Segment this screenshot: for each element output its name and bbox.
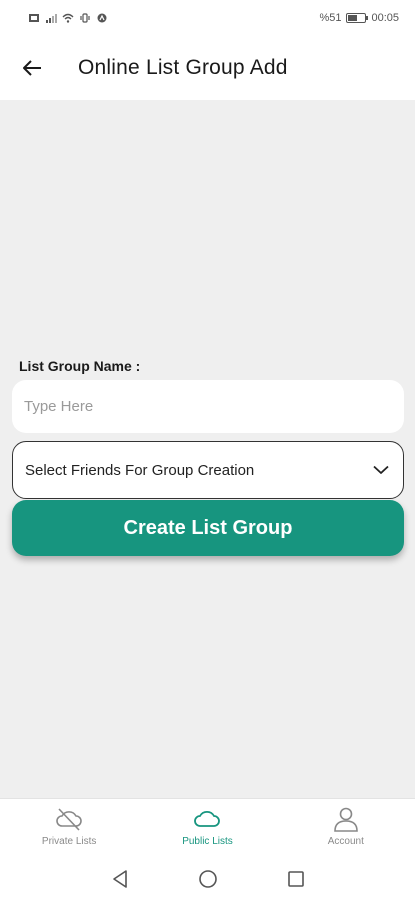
battery-percent: %51 (319, 12, 342, 24)
chevron-down-icon (373, 465, 389, 474)
nav-item-public-lists[interactable]: Public Lists (138, 799, 276, 847)
square-recents-icon (287, 871, 304, 887)
nav-label-public-lists: Public Lists (182, 836, 233, 847)
sim-card-icon (29, 14, 39, 22)
battery-icon (346, 13, 369, 23)
system-recents-button[interactable] (284, 867, 308, 891)
status-icons-right: %51 00:05 (319, 12, 399, 24)
nav-label-private-lists: Private Lists (41, 836, 97, 847)
signal-icon (46, 14, 57, 23)
select-friends-dropdown[interactable]: Select Friends For Group Creation (12, 441, 404, 499)
page-title: Online List Group Add (78, 56, 288, 79)
notification-app-icon (97, 13, 107, 23)
user-icon (334, 807, 358, 832)
bottom-navigation: Private Lists Public Lists Account (0, 798, 415, 858)
back-button[interactable] (12, 48, 52, 88)
create-list-group-button[interactable]: Create List Group (12, 500, 404, 556)
wifi-icon (62, 13, 74, 23)
name-field-label: List Group Name : (19, 358, 141, 374)
nav-item-private-lists[interactable]: Private Lists (0, 799, 138, 847)
nav-item-account[interactable]: Account (277, 799, 415, 847)
select-friends-text: Select Friends For Group Creation (25, 461, 255, 479)
clock: 00:05 (371, 12, 399, 24)
status-bar: %51 00:05 (0, 0, 415, 36)
cloud-icon (194, 810, 221, 827)
system-navigation-bar (0, 858, 415, 900)
vibrate-icon (80, 13, 90, 23)
arrow-left-icon (23, 60, 41, 76)
app-header: Online List Group Add (0, 36, 415, 100)
system-back-button[interactable] (108, 867, 132, 891)
group-form: List Group Name : Select Friends For Gro… (12, 352, 404, 556)
status-icons-left (28, 13, 108, 23)
triangle-back-icon (112, 870, 127, 888)
nav-label-account: Account (327, 836, 364, 847)
group-name-input[interactable] (12, 380, 404, 433)
circle-home-icon (198, 870, 217, 888)
system-home-button[interactable] (196, 867, 220, 891)
cloud-off-icon (56, 808, 82, 831)
